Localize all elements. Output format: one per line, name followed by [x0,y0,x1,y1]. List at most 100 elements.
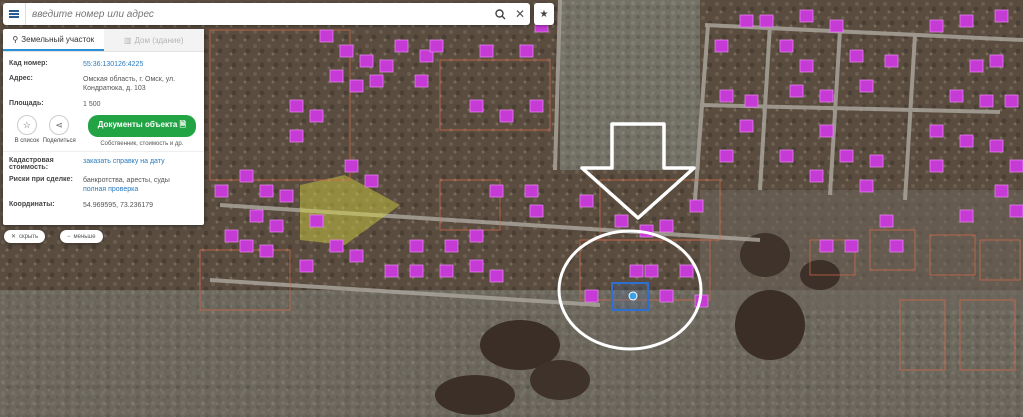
house-marker [719,89,734,103]
coords-label: Координаты: [9,200,55,208]
house-marker [319,29,334,43]
house-marker [659,289,674,303]
house-marker [679,264,694,278]
tab-label: Земельный участок [21,34,95,44]
house-marker [859,79,874,93]
house-marker [929,19,944,33]
house-marker [969,59,984,73]
house-marker [384,264,399,278]
house-marker [489,269,504,283]
house-marker [309,214,324,228]
house-marker [529,99,544,113]
house-marker [279,189,294,203]
house-marker [819,239,834,253]
full-check-link[interactable]: полная проверка [83,185,198,194]
search-icon[interactable] [490,4,510,24]
house-marker [929,159,944,173]
less-button[interactable]: − меньше [60,230,103,243]
house-marker [759,14,774,28]
house-marker [269,219,284,233]
share-button[interactable]: ⋖ Поделиться [43,115,76,144]
house-marker [779,149,794,163]
less-label: меньше [73,233,96,240]
house-marker [524,184,539,198]
area-label: Площадь: [9,100,44,108]
house-marker [859,179,874,193]
house-marker [889,239,904,253]
house-marker [799,59,814,73]
house-marker [799,9,814,23]
house-marker [469,229,484,243]
house-marker [259,184,274,198]
house-marker [839,149,854,163]
house-marker [879,214,894,228]
house-marker [819,89,834,103]
house-marker [479,44,494,58]
house-marker [829,19,844,33]
close-icon[interactable]: ✕ [510,4,530,24]
add-to-list-label: В список [14,138,39,145]
order-certificate-link[interactable]: заказать справку на дату [83,157,198,171]
risks-value: банкротства, аресты, суды [83,177,170,185]
tab-building[interactable]: ▥ Дом (здание) [103,29,204,51]
documents-label: Документы объекта [97,120,178,130]
house-marker [929,124,944,138]
house-marker [714,39,729,53]
house-marker [414,74,429,88]
house-marker [469,259,484,273]
house-marker [239,169,254,183]
house-marker [614,214,629,228]
house-marker [744,94,759,108]
documents-button[interactable]: Документы объекта 🗎 [87,115,196,138]
share-icon: ⋖ [49,115,70,136]
house-marker [844,239,859,253]
house-marker [339,44,354,58]
menu-button[interactable] [3,3,26,25]
info-panel: ⚲ Земельный участок ▥ Дом (здание) Кад н… [3,29,204,225]
house-marker [869,154,884,168]
house-marker [409,264,424,278]
minus-icon: − [67,233,71,240]
star-icon: ★ [539,8,549,20]
house-marker [529,204,544,218]
house-marker [309,109,324,123]
house-marker [359,54,374,68]
cadastral-number-label: Кад номер: [9,60,48,67]
house-marker [979,94,994,108]
parcel-marker [628,291,638,301]
house-marker [409,239,424,253]
house-marker [249,209,264,223]
area-value: 1 500 [83,101,101,109]
coords-value: 54.969595, 73.236179 [83,201,154,209]
address-label: Адрес: [9,75,33,83]
house-marker [299,259,314,273]
house-marker [1009,159,1023,173]
house-marker [344,159,359,173]
hide-button[interactable]: ✕ скрыть [4,230,46,243]
cadastral-number-value[interactable]: 55:36:130126:4225 [83,60,198,69]
house-marker [659,219,674,233]
house-marker [689,199,704,213]
document-icon: 🗎 [179,120,186,130]
hide-label: скрыть [19,233,39,240]
search-bar: ✕ [3,3,530,25]
house-marker [579,194,594,208]
house-marker [329,69,344,83]
house-marker [819,124,834,138]
address-value: Омская область, г. Омск, ул. Кондратюка,… [83,76,176,93]
search-input[interactable] [26,4,490,24]
house-marker [1009,204,1023,218]
star-button[interactable]: ★ [534,3,554,25]
house-marker [949,89,964,103]
add-to-list-button[interactable]: ☆ В список [11,115,43,144]
house-marker [994,9,1009,23]
house-marker [429,39,444,53]
tab-land-plot[interactable]: ⚲ Земельный участок [3,29,104,51]
house-marker [329,239,344,253]
house-marker [1004,94,1019,108]
house-marker [349,249,364,263]
house-marker [364,174,379,188]
house-marker [959,209,974,223]
house-marker [369,74,384,88]
house-marker [379,59,394,73]
